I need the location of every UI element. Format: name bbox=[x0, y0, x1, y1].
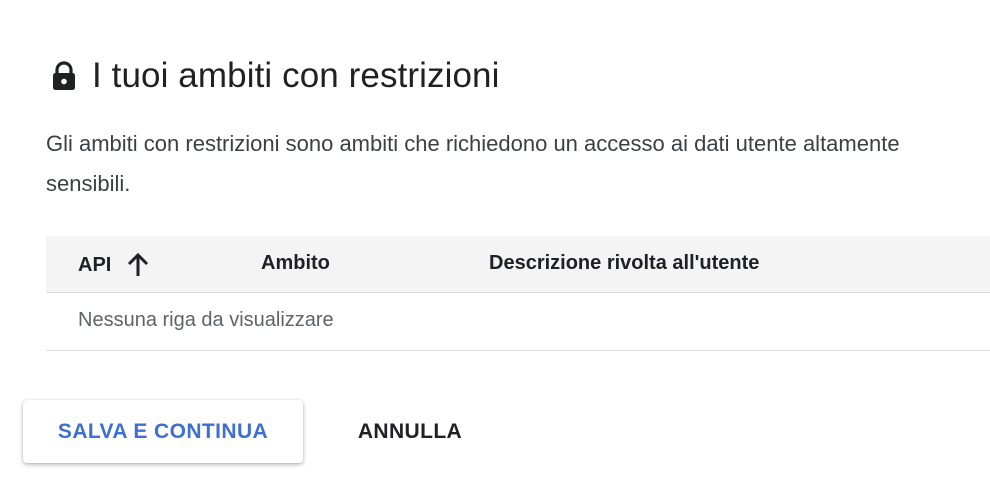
cancel-button[interactable]: ANNULLA bbox=[336, 400, 484, 463]
section-description: Gli ambiti con restrizioni sono ambiti c… bbox=[46, 131, 900, 196]
table-row-empty: Nessuna riga da visualizzare bbox=[46, 293, 990, 351]
empty-table-message: Nessuna riga da visualizzare bbox=[78, 309, 334, 331]
arrow-up-icon[interactable] bbox=[127, 252, 149, 278]
column-header-api[interactable]: API bbox=[78, 252, 149, 278]
section-header: I tuoi ambiti con restrizioni bbox=[50, 56, 500, 96]
lock-icon bbox=[50, 60, 78, 92]
column-header-description[interactable]: Descrizione rivolta all'utente bbox=[489, 252, 759, 275]
restricted-scopes-table: API Ambito Descrizione rivolta all'utent… bbox=[46, 236, 990, 351]
page-title: I tuoi ambiti con restrizioni bbox=[92, 56, 500, 95]
column-header-api-label: API bbox=[78, 253, 112, 276]
save-and-continue-button[interactable]: SALVA E CONTINUA bbox=[23, 400, 303, 463]
restricted-scopes-page: I tuoi ambiti con restrizioni Gli ambiti… bbox=[0, 0, 990, 504]
column-header-ambito[interactable]: Ambito bbox=[261, 252, 330, 275]
table-header: API Ambito Descrizione rivolta all'utent… bbox=[46, 236, 990, 293]
